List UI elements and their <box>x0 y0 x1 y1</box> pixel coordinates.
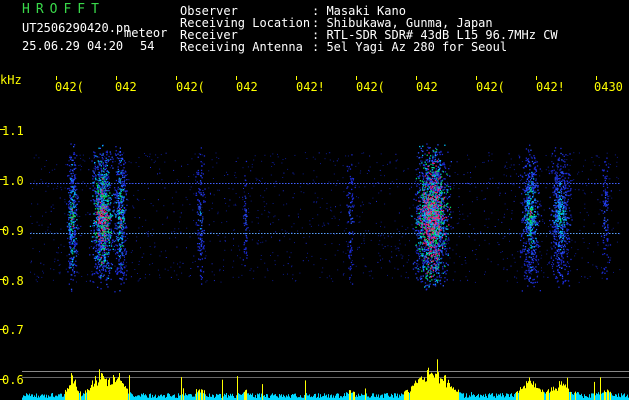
meteor-echo <box>600 157 612 280</box>
meteor-echo <box>411 143 454 291</box>
x-tick-mark <box>476 76 477 80</box>
x-tick-mark <box>176 76 177 80</box>
meteor-echo <box>195 147 206 285</box>
meteor-echo <box>548 147 573 288</box>
x-tick-mark <box>536 76 537 80</box>
x-tick-mark <box>416 76 417 80</box>
meteor-echo <box>346 154 356 285</box>
y-tick-mark <box>0 229 5 230</box>
filename-text: UT2506290420.pn <box>22 21 131 35</box>
datetime-text: 25.06.29 04:20 <box>22 39 124 53</box>
meteor-echo <box>113 146 128 293</box>
meteor-echo <box>518 144 543 292</box>
histogram-frame-top <box>22 371 629 372</box>
y-tick-mark <box>0 129 5 130</box>
brand-title: HROFFT <box>22 2 105 17</box>
x-tick-mark <box>56 76 57 80</box>
x-tick-mark <box>116 76 117 80</box>
x-tick-mark <box>236 76 237 80</box>
y-tick-mark <box>0 379 5 380</box>
x-tick-mark <box>296 76 297 80</box>
count-text: 54 <box>140 39 155 53</box>
y-tick-mark <box>0 329 5 330</box>
meteor-echo <box>66 143 80 292</box>
x-tick-mark <box>356 76 357 80</box>
meteor-echo <box>89 144 116 290</box>
meteor-echo <box>242 160 248 267</box>
header-panel: HROFFT UT2506290420.pn meteor 25.06.29 0… <box>0 0 629 72</box>
antenna-label: Receiving Antenna <box>180 40 303 54</box>
y-tick-mark <box>0 179 5 180</box>
antenna-value: : 5el Yagi Az 280 for Seoul <box>312 40 508 54</box>
x-tick-mark <box>596 76 597 80</box>
spectrogram-plot <box>0 76 629 400</box>
mode-text: meteor <box>124 26 168 40</box>
y-tick-mark <box>0 279 5 280</box>
activity-histogram <box>22 359 629 400</box>
